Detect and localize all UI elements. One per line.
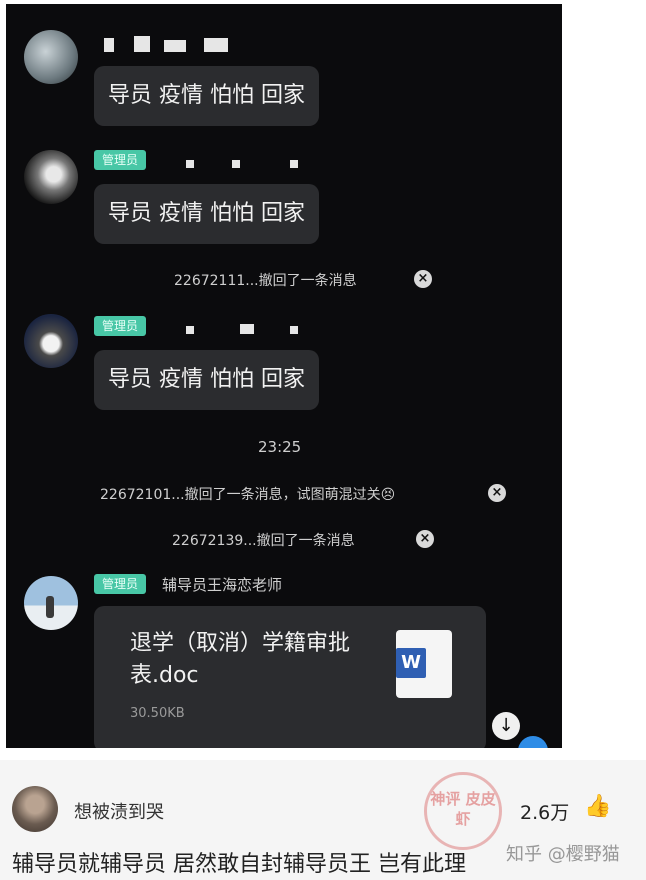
- sender-name-redacted: [176, 154, 306, 172]
- word-letter: W: [396, 648, 426, 678]
- admin-tag: 管理员: [94, 150, 147, 170]
- file-name: 退学（取消）学籍审批表.doc: [130, 631, 351, 688]
- admin-avatar[interactable]: [24, 314, 78, 368]
- admin-tag: 管理员: [94, 574, 147, 594]
- thumbs-up-icon[interactable]: 👍: [584, 794, 611, 819]
- counselor-avatar[interactable]: [24, 576, 78, 630]
- sender-name-redacted: [100, 34, 240, 52]
- watermark: 知乎 @樱野猫: [506, 844, 620, 865]
- sender-name-redacted: [176, 320, 306, 338]
- file-size: 30.50KB: [130, 706, 185, 721]
- commenter-username[interactable]: 想被渍到哭: [74, 798, 164, 824]
- close-icon[interactable]: ×: [416, 530, 434, 548]
- god-comment-stamp: 神评 皮皮虾: [424, 772, 502, 850]
- comment-text: 辅导员就辅导员 居然敢自封辅导员王 岂有此理: [12, 852, 466, 877]
- message-bubble[interactable]: 导员 疫情 怕怕 回家: [94, 66, 319, 126]
- recall-notice: 22672101...撤回了一条消息，试图萌混过关😣: [100, 487, 396, 503]
- close-icon[interactable]: ×: [488, 484, 506, 502]
- admin-tag: 管理员: [94, 316, 147, 336]
- user-avatar[interactable]: [24, 30, 78, 84]
- message-bubble[interactable]: 导员 疫情 怕怕 回家: [94, 350, 319, 410]
- commenter-avatar[interactable]: [12, 786, 58, 832]
- floating-action-button[interactable]: [518, 736, 548, 748]
- recall-notice: 22672139...撤回了一条消息: [172, 533, 355, 549]
- close-icon[interactable]: ×: [414, 270, 432, 288]
- chat-window: 导员 疫情 怕怕 回家 管理员 导员 疫情 怕怕 回家 22672111...撤…: [6, 4, 562, 748]
- admin-avatar[interactable]: [24, 150, 78, 204]
- recall-notice: 22672111...撤回了一条消息: [174, 273, 357, 289]
- timestamp: 23:25: [258, 438, 302, 456]
- scroll-down-icon[interactable]: ↓: [492, 712, 520, 740]
- word-document-icon: W: [396, 630, 452, 698]
- sender-name: 辅导员王海恋老师: [162, 576, 283, 594]
- message-bubble[interactable]: 导员 疫情 怕怕 回家: [94, 184, 319, 244]
- file-attachment-card[interactable]: 退学（取消）学籍审批表.doc 30.50KB W: [94, 606, 486, 748]
- like-count: 2.6万: [520, 802, 570, 824]
